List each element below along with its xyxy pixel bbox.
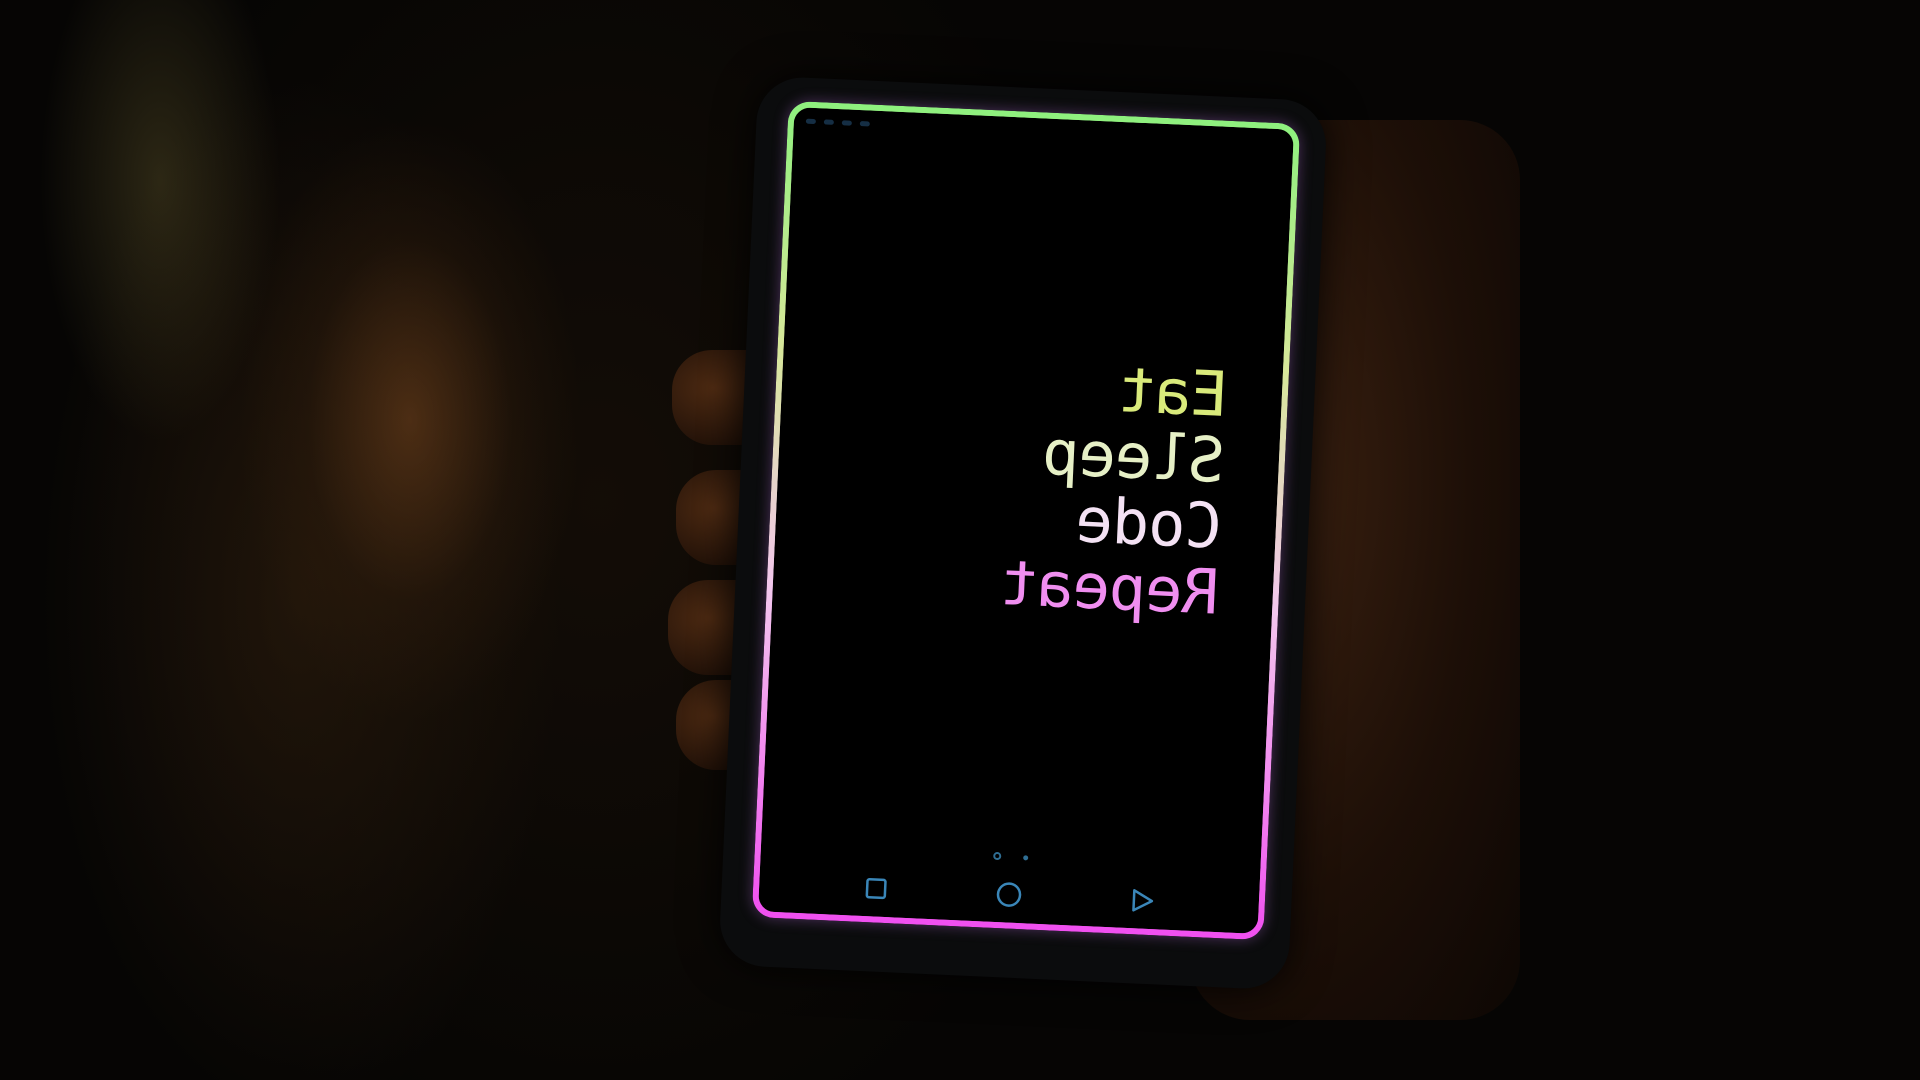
mirrored-motto: Eat Sleep Code Repeat — [999, 352, 1230, 629]
photo-scene: Eat Sleep Code Repeat — [0, 0, 1920, 1080]
word-repeat: Repeat — [999, 545, 1221, 629]
page-indicator — [993, 851, 1029, 862]
word-sleep: Sleep — [1041, 415, 1227, 497]
triangle-back-icon — [1132, 889, 1154, 912]
back-button[interactable] — [1124, 883, 1160, 919]
status-icon — [859, 120, 870, 127]
recents-button[interactable] — [858, 871, 894, 907]
status-icon — [805, 118, 817, 124]
navigation-bar — [758, 865, 1259, 924]
page-dot — [1023, 854, 1029, 860]
status-icon — [823, 118, 834, 125]
page-dot-active — [993, 851, 1002, 861]
circle-home-icon — [996, 882, 1022, 907]
phone-screen[interactable]: Eat Sleep Code Repeat — [751, 100, 1301, 941]
status-icon — [841, 119, 852, 126]
square-recents-icon — [865, 878, 887, 900]
home-button[interactable] — [991, 877, 1027, 913]
word-eat: Eat — [1117, 353, 1230, 431]
